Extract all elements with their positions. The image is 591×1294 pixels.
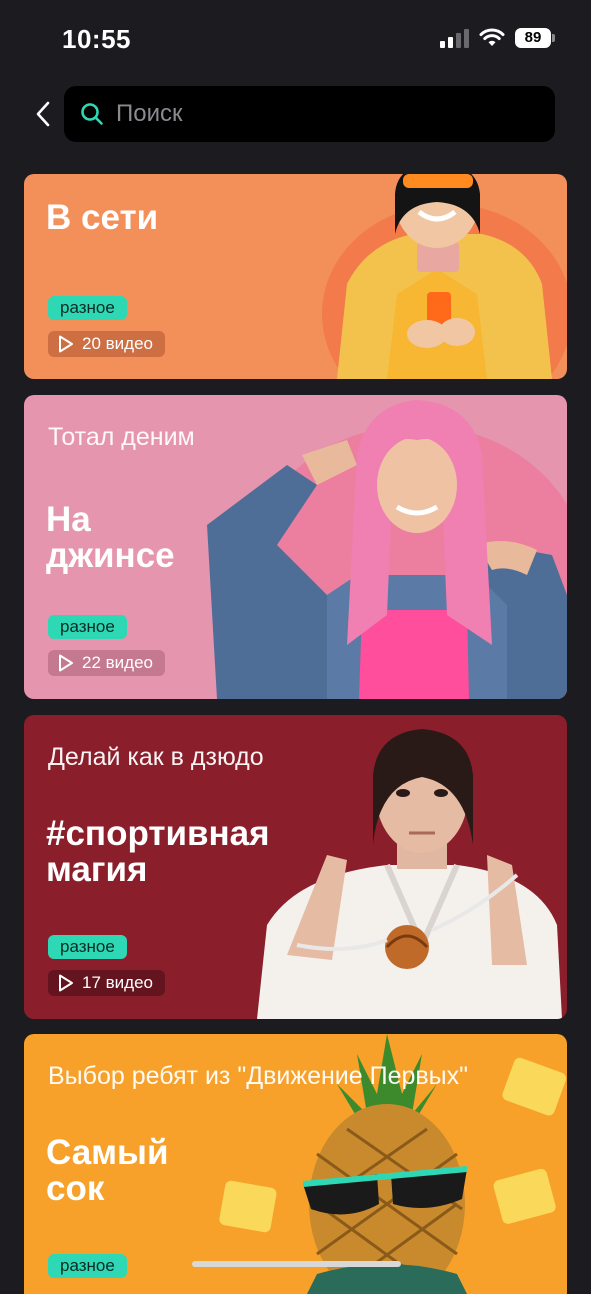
cellular-signal-icon — [440, 28, 469, 48]
wifi-icon — [479, 28, 505, 46]
collection-card-juice[interactable]: Выбор ребят из "Движение Первых" Самый с… — [24, 1034, 567, 1294]
card-subtitle: Тотал деним — [48, 423, 195, 451]
woman-in-denim-image — [207, 400, 567, 699]
collection-card-denim[interactable]: Тотал деним На джинсе разное 22 видео — [24, 395, 567, 699]
video-count: 17 видео — [48, 970, 165, 996]
category-tag: разное — [48, 1254, 127, 1278]
video-count: 22 видео — [48, 650, 165, 676]
status-time: 10:55 — [62, 24, 131, 54]
category-tag: разное — [48, 615, 127, 639]
chevron-left-icon — [36, 101, 50, 127]
search-icon — [81, 103, 103, 125]
top-bar — [0, 86, 591, 142]
card-title: #спортивная магия — [46, 814, 270, 889]
judo-woman-image — [257, 729, 562, 1019]
status-bar: 10:55 89 — [0, 0, 591, 80]
battery-icon: 89 — [515, 28, 555, 48]
video-count-label: 22 видео — [82, 653, 153, 672]
play-icon — [59, 974, 73, 992]
category-tag: разное — [48, 296, 127, 320]
card-title: Самый сок — [46, 1133, 169, 1208]
back-button[interactable] — [26, 94, 60, 134]
play-icon — [59, 335, 73, 353]
search-field[interactable] — [64, 86, 555, 142]
video-count: 20 видео — [48, 331, 165, 357]
category-tag: разное — [48, 935, 127, 959]
status-icons: 89 — [440, 28, 555, 48]
video-count-label: 17 видео — [82, 973, 153, 992]
play-icon — [59, 654, 73, 672]
card-title: В сети — [46, 198, 159, 237]
card-subtitle: Выбор ребят из "Движение Первых" — [48, 1062, 469, 1090]
person-with-phone-image — [322, 174, 567, 379]
card-subtitle: Делай как в дзюдо — [48, 743, 264, 771]
card-title: На джинсе — [46, 500, 175, 575]
home-indicator[interactable] — [192, 1261, 401, 1267]
collection-card-online[interactable]: В сети разное 20 видео — [24, 174, 567, 379]
collection-card-sport-magic[interactable]: Делай как в дзюдо #спортивная магия разн… — [24, 715, 567, 1019]
video-count-label: 20 видео — [82, 334, 153, 353]
search-input[interactable] — [116, 100, 516, 128]
